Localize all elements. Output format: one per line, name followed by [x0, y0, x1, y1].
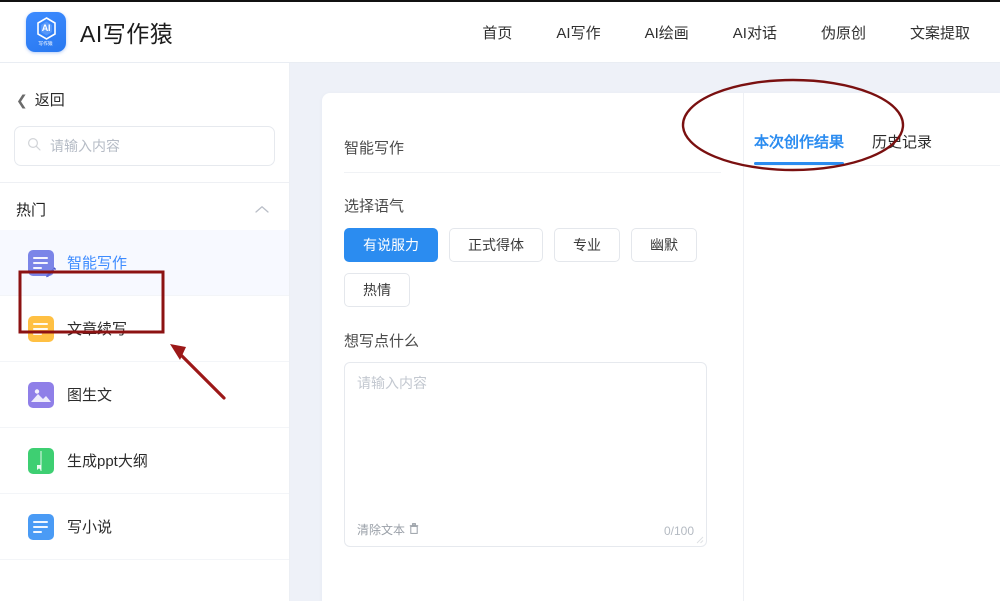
- sidebar-section-header[interactable]: 热门: [0, 183, 289, 228]
- sidebar-item-smart-writing[interactable]: 智能写作: [0, 230, 289, 296]
- workspace-card: 智能写作 选择语气 有说服力 正式得体 专业 幽默 热情 想写点什么 清除文本: [322, 93, 1000, 601]
- back-button[interactable]: ❮ 返回: [16, 89, 289, 110]
- result-tabs: 本次创作结果 历史记录: [744, 93, 1000, 165]
- sidebar-item-ppt-outline[interactable]: 生成ppt大纲: [0, 428, 289, 494]
- document-blue-icon: [28, 514, 54, 540]
- nav-item-ai-writing[interactable]: AI写作: [556, 22, 600, 43]
- resize-grip-icon[interactable]: [696, 536, 704, 544]
- back-button-label: 返回: [35, 89, 65, 110]
- tabs-divider: [744, 165, 1000, 166]
- document-pencil-icon: [28, 250, 54, 276]
- image-glyph: [28, 382, 54, 408]
- clear-text-button[interactable]: 清除文本: [357, 521, 419, 538]
- search-box[interactable]: [14, 126, 275, 166]
- chevron-up-icon[interactable]: [255, 201, 269, 219]
- tone-option-formal[interactable]: 正式得体: [449, 228, 543, 262]
- logo-subtext: 写作猿: [39, 41, 53, 48]
- sidebar-search-wrapper: [0, 110, 289, 166]
- tone-option-group: 有说服力 正式得体 专业 幽默 热情: [344, 228, 724, 318]
- sidebar-item-write-novel[interactable]: 写小说: [0, 494, 289, 560]
- search-icon: [27, 137, 41, 156]
- top-navigation-bar: AI 写作猿 AI写作猿 首页 AI写作 AI绘画 AI对话 伪原创 文案提取: [0, 2, 1000, 63]
- tab-current-result[interactable]: 本次创作结果: [754, 131, 844, 165]
- sidebar-tool-list: 智能写作 文章续写 图生文: [0, 230, 289, 560]
- main-nav: 首页 AI写作 AI绘画 AI对话 伪原创 文案提取: [482, 22, 970, 43]
- chevron-left-icon: ❮: [16, 93, 28, 107]
- logo-diamond-shape: AI: [34, 16, 59, 41]
- nav-item-ai-chat[interactable]: AI对话: [733, 22, 777, 43]
- tone-option-enthusiastic[interactable]: 热情: [344, 273, 410, 307]
- logo-ai-text: AI: [42, 23, 50, 33]
- prompt-textarea-box[interactable]: 清除文本 0/100: [344, 362, 707, 547]
- tone-label: 选择语气: [344, 195, 743, 216]
- main-content-area: 智能写作 选择语气 有说服力 正式得体 专业 幽默 热情 想写点什么 清除文本: [290, 63, 1000, 601]
- tab-history[interactable]: 历史记录: [872, 131, 932, 165]
- book-green-icon: [28, 448, 54, 474]
- pencil-glyph: [45, 266, 57, 278]
- sidebar-item-label: 文章续写: [67, 318, 127, 339]
- form-title-divider: [344, 172, 721, 173]
- document-orange-icon: [28, 316, 54, 342]
- sidebar-item-article-continue[interactable]: 文章续写: [0, 296, 289, 362]
- tone-option-professional[interactable]: 专业: [554, 228, 620, 262]
- prompt-textarea[interactable]: [357, 373, 695, 513]
- sidebar-item-label: 写小说: [67, 516, 112, 537]
- form-title: 智能写作: [344, 93, 743, 172]
- nav-item-ai-painting[interactable]: AI绘画: [645, 22, 689, 43]
- char-counter: 0/100: [664, 524, 694, 538]
- sidebar-item-label: 图生文: [67, 384, 112, 405]
- sidebar-item-label: 生成ppt大纲: [67, 450, 148, 471]
- prompt-label: 想写点什么: [344, 330, 743, 351]
- nav-item-rewrite[interactable]: 伪原创: [821, 22, 866, 43]
- app-window: AI 写作猿 AI写作猿 首页 AI写作 AI绘画 AI对话 伪原创 文案提取 …: [0, 0, 1000, 601]
- tone-option-persuasive[interactable]: 有说服力: [344, 228, 438, 262]
- tone-option-humorous[interactable]: 幽默: [631, 228, 697, 262]
- result-pane: 本次创作结果 历史记录: [744, 93, 1000, 601]
- brand-title: AI写作猿: [80, 15, 173, 49]
- sidebar-section-title: 热门: [16, 199, 46, 220]
- clear-text-label: 清除文本: [357, 521, 405, 538]
- trash-icon: [409, 523, 419, 537]
- book-glyph: [28, 448, 54, 474]
- sidebar-item-label: 智能写作: [67, 252, 127, 273]
- image-purple-icon: [28, 382, 54, 408]
- brand[interactable]: AI 写作猿 AI写作猿: [26, 12, 173, 52]
- app-logo-icon: AI 写作猿: [26, 12, 66, 52]
- form-pane: 智能写作 选择语气 有说服力 正式得体 专业 幽默 热情 想写点什么 清除文本: [322, 93, 743, 601]
- sidebar: ❮ 返回 热门: [0, 63, 290, 601]
- nav-item-copy-extract[interactable]: 文案提取: [910, 22, 970, 43]
- sidebar-item-image-to-text[interactable]: 图生文: [0, 362, 289, 428]
- nav-item-home[interactable]: 首页: [482, 22, 512, 43]
- search-input[interactable]: [50, 138, 262, 154]
